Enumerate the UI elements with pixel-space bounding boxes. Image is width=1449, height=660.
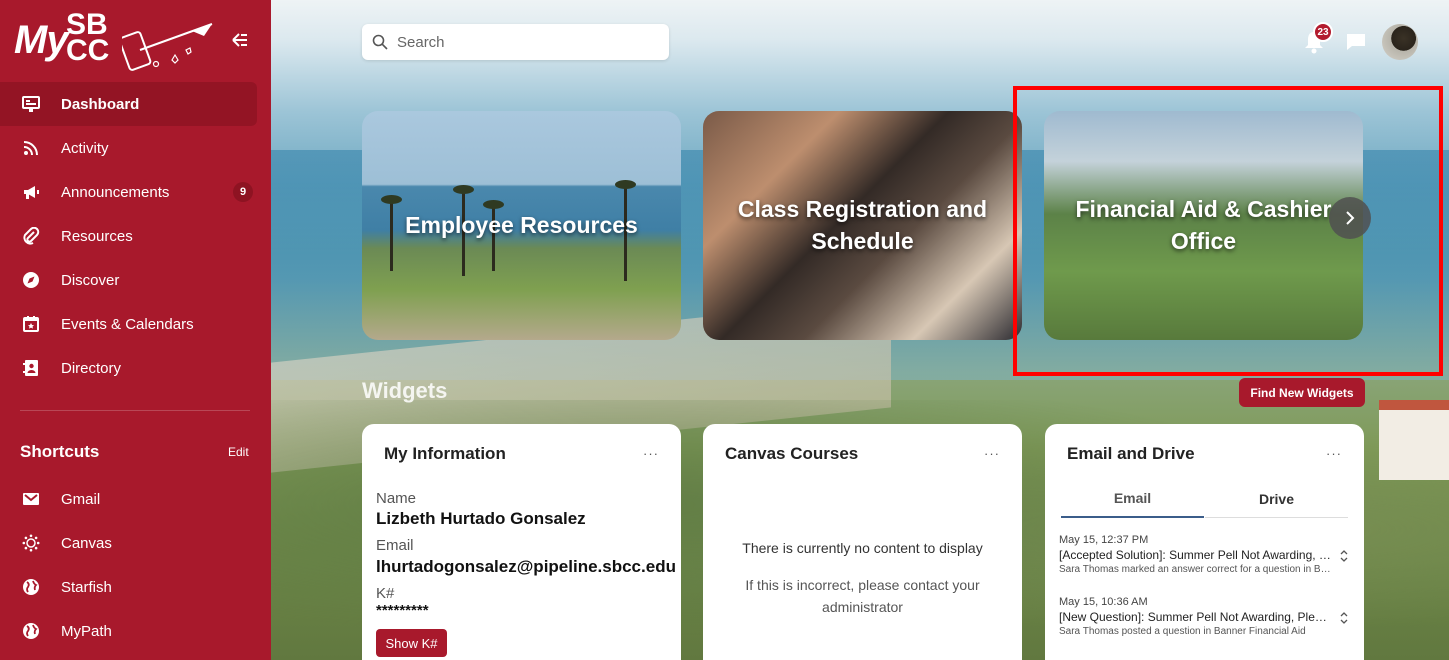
widget-my-information: My Information ··· Name Lizbeth Hurtado … — [362, 424, 681, 660]
rss-icon — [22, 139, 40, 157]
shortcut-label: MyPath — [61, 622, 112, 640]
email-subject: [Accepted Solution]: Summer Pell Not Awa… — [1059, 548, 1331, 562]
shortcuts-edit-link[interactable]: Edit — [228, 445, 249, 459]
search-icon — [372, 34, 388, 50]
nav-item-dashboard[interactable]: Dashboard — [0, 82, 257, 126]
widget-canvas-courses: Canvas Courses ··· There is currently no… — [703, 424, 1022, 660]
mysbcc-logo[interactable]: My SB CC — [14, 10, 224, 71]
nav-label: Announcements — [61, 183, 170, 201]
email-subject: [New Question]: Summer Pell Not Awarding… — [1059, 610, 1331, 624]
widget-title: Email and Drive — [1067, 444, 1195, 463]
nav-label: Discover — [61, 271, 120, 289]
nav-item-events-calendars[interactable]: Events & Calendars — [0, 302, 271, 346]
megaphone-icon — [22, 183, 40, 201]
mail-icon — [22, 490, 40, 508]
chat-icon[interactable] — [1346, 33, 1366, 51]
carousel-card-class-registration[interactable]: Class Registration and Schedule — [703, 111, 1022, 340]
shortcut-label: Canvas — [61, 534, 112, 552]
email-preview: Sara Thomas marked an answer correct for… — [1059, 564, 1331, 575]
compass-icon — [22, 271, 40, 289]
phone-rocket-icon — [122, 23, 213, 71]
tab-email[interactable]: Email — [1061, 480, 1204, 518]
carousel-card-employee-resources[interactable]: Employee Resources — [362, 111, 681, 340]
expand-icon[interactable] — [1339, 611, 1349, 625]
user-avatar[interactable] — [1382, 24, 1418, 60]
nav-label: Directory — [61, 359, 122, 377]
show-k-number-button[interactable]: Show K# — [376, 629, 447, 657]
canvas-icon — [22, 534, 40, 552]
name-label: Name — [376, 490, 417, 507]
email-list-item[interactable]: May 15, 10:36 AM [New Question]: Summer … — [1059, 596, 1349, 637]
nav-label: Activity — [61, 139, 109, 157]
highlight-box — [1013, 86, 1443, 376]
notifications-count-badge: 23 — [1313, 22, 1333, 42]
collapse-sidebar-icon[interactable] — [229, 30, 249, 50]
search-input[interactable] — [397, 33, 647, 51]
shortcut-label: Starfish — [61, 578, 112, 596]
calendar-icon — [22, 315, 40, 333]
widget-title: My Information — [384, 444, 506, 463]
contacts-icon — [22, 359, 40, 377]
globe-icon — [22, 622, 40, 640]
logo-sbcc-text: SB CC — [66, 10, 110, 67]
email-preview: Sara Thomas posted a question in Banner … — [1059, 626, 1306, 637]
email-time: May 15, 10:36 AM — [1059, 596, 1148, 608]
main-content: 23 Employee Resources Class Registration… — [271, 0, 1449, 660]
widget-title: Canvas Courses — [725, 444, 859, 463]
name-value: Lizbeth Hurtado Gonsalez — [376, 509, 586, 528]
email-label: Email — [376, 537, 414, 554]
empty-state-message: There is currently no content to display — [742, 540, 983, 556]
nav-item-activity[interactable]: Activity — [0, 126, 271, 170]
logo-cc: CC — [66, 34, 110, 67]
tab-drive[interactable]: Drive — [1205, 480, 1348, 518]
nav-item-resources[interactable]: Resources — [0, 214, 271, 258]
find-new-widgets-button[interactable]: Find New Widgets — [1239, 378, 1365, 407]
nav-item-directory[interactable]: Directory — [0, 346, 271, 390]
shortcut-canvas[interactable]: Canvas — [0, 521, 271, 565]
k-number-label: K# — [376, 585, 395, 602]
widget-menu-button[interactable]: ··· — [984, 446, 1000, 461]
email-value: lhurtadogonsalez@pipeline.sbcc.edu — [376, 557, 676, 576]
widget-menu-button[interactable]: ··· — [643, 446, 659, 461]
paperclip-icon — [22, 227, 40, 245]
shortcut-mypath[interactable]: MyPath — [0, 609, 271, 653]
k-number-value: ********* — [376, 602, 429, 619]
email-list-item[interactable]: May 15, 12:37 PM [Accepted Solution]: Su… — [1059, 534, 1349, 575]
contact-admin-message: If this is incorrect, please contact you… — [745, 577, 980, 615]
email-time: May 15, 12:37 PM — [1059, 534, 1149, 546]
background-building — [1379, 400, 1449, 480]
logo-my-text: My — [14, 18, 69, 62]
nav-label: Resources — [61, 227, 133, 245]
dashboard-icon — [22, 95, 40, 113]
shortcuts-heading: Shortcuts — [20, 442, 100, 461]
carousel-card-title: Employee Resources — [405, 212, 638, 238]
shortcuts-list: Gmail Canvas Starfish MyPath — [0, 477, 271, 653]
nav-item-announcements[interactable]: Announcements 9 — [0, 170, 271, 214]
shortcut-label: Gmail — [61, 490, 101, 508]
shortcut-starfish[interactable]: Starfish — [0, 565, 271, 609]
carousel-card-title: Class Registration and Schedule — [737, 196, 988, 254]
nav-label: Events & Calendars — [61, 315, 194, 333]
expand-icon[interactable] — [1339, 549, 1349, 563]
widget-menu-button[interactable]: ··· — [1326, 446, 1342, 461]
shortcut-gmail[interactable]: Gmail — [0, 477, 271, 521]
widgets-heading: Widgets — [362, 378, 448, 403]
sidebar: My SB CC Dashboard Activity Announcement… — [0, 0, 271, 660]
main-nav: Dashboard Activity Announcements 9 Resou… — [0, 82, 271, 390]
globe-icon — [22, 578, 40, 596]
nav-label: Dashboard — [61, 95, 140, 113]
announcements-count-badge: 9 — [233, 182, 253, 202]
widget-email-and-drive: Email and Drive ··· Email Drive May 15, … — [1045, 424, 1364, 660]
search-box[interactable] — [362, 24, 669, 60]
sidebar-divider — [20, 410, 250, 411]
nav-item-discover[interactable]: Discover — [0, 258, 271, 302]
